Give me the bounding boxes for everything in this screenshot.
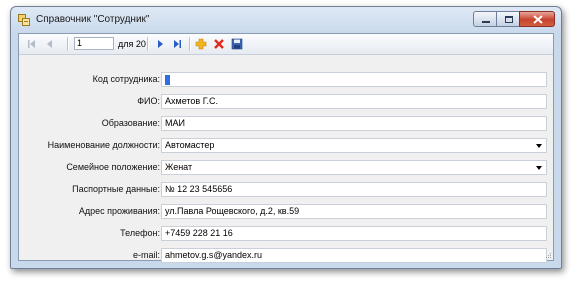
close-icon <box>533 15 543 24</box>
move-last-icon <box>174 40 181 48</box>
full-name-field[interactable]: Ахметов Г.С. <box>161 94 547 109</box>
toolbar-separator <box>67 37 69 51</box>
chevron-down-icon[interactable] <box>536 144 542 148</box>
marital-status-value: Женат <box>165 162 193 172</box>
position-title-label: Наименование должности: <box>47 140 160 150</box>
move-last-button[interactable] <box>170 37 184 51</box>
education-field[interactable]: МАИ <box>161 116 547 131</box>
employee-directory-window: Справочник "Сотрудник" 1 для 20 Код сотр… <box>10 6 562 269</box>
address-value: ул.Павла Рощевского, д.2, кв.59 <box>165 206 300 216</box>
position-input[interactable] <box>74 37 114 50</box>
marital-status-label: Семейное положение: <box>66 162 160 172</box>
email-label: e-mail: <box>132 250 160 260</box>
phone-value: +7459 228 21 16 <box>165 228 233 238</box>
move-previous-button[interactable] <box>43 37 57 51</box>
delete-icon <box>214 39 224 49</box>
position-title-value: Автомастер <box>165 140 215 150</box>
maximize-icon <box>505 16 513 23</box>
binding-navigator-toolbar: для 20 <box>19 34 553 55</box>
close-button[interactable] <box>519 11 555 27</box>
email-value: ahmetov.g.s@yandex.ru <box>165 250 263 260</box>
move-previous-icon <box>47 40 52 48</box>
window-title: Справочник "Сотрудник" <box>36 14 150 25</box>
toolbar-separator <box>147 37 149 51</box>
save-button[interactable] <box>230 37 244 51</box>
phone-field[interactable]: +7459 228 21 16 <box>161 226 547 241</box>
employee-code-label: Код сотрудника: <box>92 74 160 84</box>
title-bar[interactable]: Справочник "Сотрудник" <box>11 7 561 33</box>
passport-value: № 12 23 545656 <box>165 184 233 194</box>
app-form-icon <box>18 14 30 26</box>
position-title-dropdown[interactable]: Автомастер <box>161 138 547 153</box>
move-next-icon <box>158 40 163 48</box>
chevron-down-icon[interactable] <box>536 166 542 170</box>
full-name-label: ФИО: <box>137 96 160 106</box>
resize-grip-icon[interactable] <box>544 251 552 259</box>
marital-status-dropdown[interactable]: Женат <box>161 160 547 175</box>
minimize-button[interactable] <box>473 11 497 27</box>
passport-label: Паспортные данные: <box>72 184 160 194</box>
toolbar-separator <box>189 37 191 51</box>
education-label: Образование: <box>101 118 160 128</box>
phone-label: Телефон: <box>120 228 160 238</box>
full-name-value: Ахметов Г.С. <box>165 96 218 106</box>
email-field[interactable]: ahmetov.g.s@yandex.ru <box>161 248 547 263</box>
add-new-icon <box>195 38 207 50</box>
minimize-icon <box>482 21 490 23</box>
maximize-button[interactable] <box>496 11 520 27</box>
move-first-icon <box>28 40 35 48</box>
text-caret <box>165 74 170 85</box>
add-new-button[interactable] <box>194 37 208 51</box>
move-first-button[interactable] <box>25 37 39 51</box>
form-client-area: для 20 <box>18 33 554 263</box>
move-next-button[interactable] <box>153 37 167 51</box>
employee-code-field[interactable] <box>161 72 547 87</box>
passport-field[interactable]: № 12 23 545656 <box>161 182 547 197</box>
address-field[interactable]: ул.Павла Рощевского, д.2, кв.59 <box>161 204 547 219</box>
address-label: Адрес проживания: <box>78 206 160 216</box>
education-value: МАИ <box>165 118 185 128</box>
record-count-label: для 20 <box>118 39 146 49</box>
delete-button[interactable] <box>212 37 226 51</box>
save-icon <box>231 38 243 50</box>
